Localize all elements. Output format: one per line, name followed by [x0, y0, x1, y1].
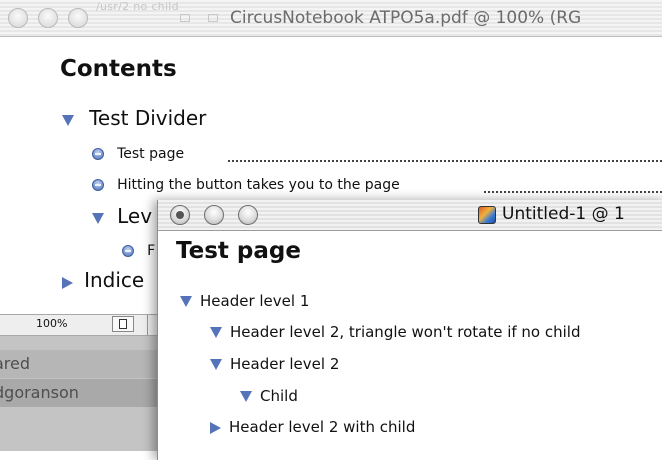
back-minimize-button[interactable] [38, 8, 58, 28]
ghost-box-icon [208, 14, 218, 22]
minimize-button[interactable] [204, 205, 224, 225]
disclosure-triangle-icon[interactable] [62, 276, 73, 289]
outline-label: Header level 2 [230, 355, 340, 373]
page-heading: Test page [176, 238, 301, 264]
toc-item-label[interactable]: F [147, 243, 155, 259]
outline-row[interactable]: Child [240, 387, 298, 405]
back-window-title: CircusNotebook ATPO5a.pdf @ 100% (RG [230, 8, 582, 28]
outline-row[interactable]: Header level 2 [210, 355, 339, 373]
bullet-disc-icon [122, 244, 134, 257]
document-proxy-icon[interactable] [478, 206, 496, 224]
toc-divider-label: Test Divider [89, 106, 207, 130]
front-window-title: Untitled-1 @ 1 [502, 204, 625, 224]
outline-row[interactable]: Header level 2, triangle won't rotate if… [210, 323, 580, 341]
outline-label: Header level 1 [200, 292, 310, 310]
toc-sub-item-row[interactable]: F [122, 240, 155, 259]
toc-divider-row[interactable]: Test Divider [62, 106, 206, 130]
toc-level-row[interactable]: Lev [92, 204, 152, 228]
contents-heading: Contents [60, 56, 177, 82]
disclosure-triangle-icon[interactable] [210, 359, 222, 370]
disclosure-triangle-icon[interactable] [240, 391, 252, 402]
front-document-window: Untitled-1 @ 1 Test page Header level 1 … [157, 200, 662, 460]
disclosure-triangle-icon[interactable] [92, 213, 104, 224]
toc-level-label: Lev [117, 204, 153, 228]
toc-item-test-page[interactable]: Test page [92, 143, 184, 162]
ghost-title-text: /usr/2 no child [96, 0, 179, 13]
toc-leader-dots [484, 191, 662, 193]
panel-row-label: ared [0, 354, 31, 373]
toc-leader-dots [228, 160, 662, 162]
outline-label: Header level 2 with child [229, 418, 416, 436]
disclosure-triangle-icon[interactable] [210, 421, 221, 434]
outline-row[interactable]: Header level 1 [180, 292, 309, 310]
toc-indices-label: Indice [84, 268, 145, 292]
disclosure-triangle-icon[interactable] [62, 115, 74, 126]
page-icon[interactable] [112, 316, 134, 332]
outline-label: Child [260, 387, 298, 405]
toc-item-label[interactable]: Hitting the button takes you to the page [117, 177, 400, 193]
back-zoom-button[interactable] [68, 8, 88, 28]
outline-label: Header level 2, triangle won't rotate if… [230, 323, 581, 341]
disclosure-triangle-icon[interactable] [180, 296, 192, 307]
status-divider [147, 315, 148, 335]
bullet-disc-icon [92, 147, 104, 160]
disclosure-triangle-icon[interactable] [210, 327, 222, 338]
ghost-box-icon [180, 14, 190, 22]
back-close-button[interactable] [8, 8, 28, 28]
front-window-titlebar[interactable]: Untitled-1 @ 1 [158, 200, 662, 231]
close-button-icon[interactable] [170, 205, 190, 225]
panel-row-label: dgoranson [0, 383, 79, 402]
zoom-level[interactable]: 100% [36, 317, 67, 330]
outline-row[interactable]: Header level 2 with child [210, 418, 415, 436]
toc-item-label[interactable]: Test page [117, 146, 184, 162]
back-window-titlebar[interactable]: /usr/2 no child CircusNotebook ATPO5a.pd… [0, 0, 662, 37]
zoom-button[interactable] [238, 205, 258, 225]
toc-item-hitting[interactable]: Hitting the button takes you to the page [92, 174, 400, 193]
bullet-disc-icon [92, 178, 104, 191]
toc-indices-row[interactable]: Indice [62, 268, 144, 292]
